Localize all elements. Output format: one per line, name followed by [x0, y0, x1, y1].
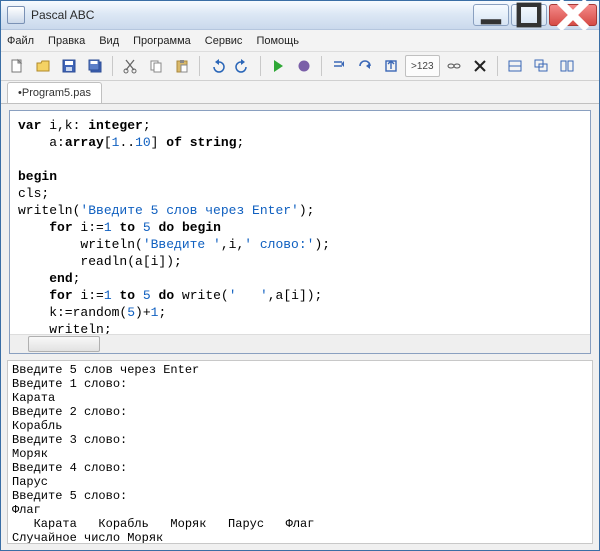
open-file-button[interactable]: [31, 54, 55, 78]
redo-button[interactable]: [231, 54, 255, 78]
window-tile-button[interactable]: [503, 54, 527, 78]
scrollbar-thumb[interactable]: [28, 336, 100, 352]
stop-button[interactable]: [292, 54, 316, 78]
horizontal-scrollbar[interactable]: [10, 334, 590, 353]
breakpoint-clear-button[interactable]: [468, 54, 492, 78]
app-icon: [7, 6, 25, 24]
code-editor[interactable]: var i,k: integer; a:array[1..10] of stri…: [10, 111, 590, 334]
window-cascade-button[interactable]: [529, 54, 553, 78]
editor-panel: var i,k: integer; a:array[1..10] of stri…: [9, 110, 591, 354]
menu-service[interactable]: Сервис: [205, 35, 243, 47]
menu-edit[interactable]: Правка: [48, 35, 85, 47]
window-arrange-button[interactable]: [555, 54, 579, 78]
minimize-button[interactable]: [473, 4, 509, 26]
app-window: Pascal ABC Файл Правка Вид Программа Сер…: [0, 0, 600, 551]
menu-program[interactable]: Программа: [133, 35, 191, 47]
copy-button[interactable]: [144, 54, 168, 78]
cut-button[interactable]: [118, 54, 142, 78]
save-all-button[interactable]: [83, 54, 107, 78]
window-title: Pascal ABC: [31, 8, 471, 22]
toolbar: >123: [1, 52, 599, 81]
title-bar[interactable]: Pascal ABC: [1, 1, 599, 30]
tab-bar: •Program5.pas: [1, 81, 599, 104]
watch-button[interactable]: [442, 54, 466, 78]
output-panel[interactable]: Введите 5 слов через Enter Введите 1 сло…: [7, 360, 593, 544]
close-button[interactable]: [549, 4, 597, 26]
menu-view[interactable]: Вид: [99, 35, 119, 47]
eval-text-button[interactable]: >123: [405, 55, 440, 77]
undo-button[interactable]: [205, 54, 229, 78]
maximize-button[interactable]: [511, 4, 547, 26]
step-out-button[interactable]: [379, 54, 403, 78]
paste-button[interactable]: [170, 54, 194, 78]
menu-help[interactable]: Помощь: [256, 35, 299, 47]
step-into-button[interactable]: [327, 54, 351, 78]
run-button[interactable]: [266, 54, 290, 78]
menu-file[interactable]: Файл: [7, 35, 34, 47]
step-over-button[interactable]: [353, 54, 377, 78]
window-controls: [471, 4, 597, 26]
file-tab[interactable]: •Program5.pas: [7, 82, 102, 103]
new-file-button[interactable]: [5, 54, 29, 78]
save-button[interactable]: [57, 54, 81, 78]
menu-bar: Файл Правка Вид Программа Сервис Помощь: [1, 30, 599, 52]
